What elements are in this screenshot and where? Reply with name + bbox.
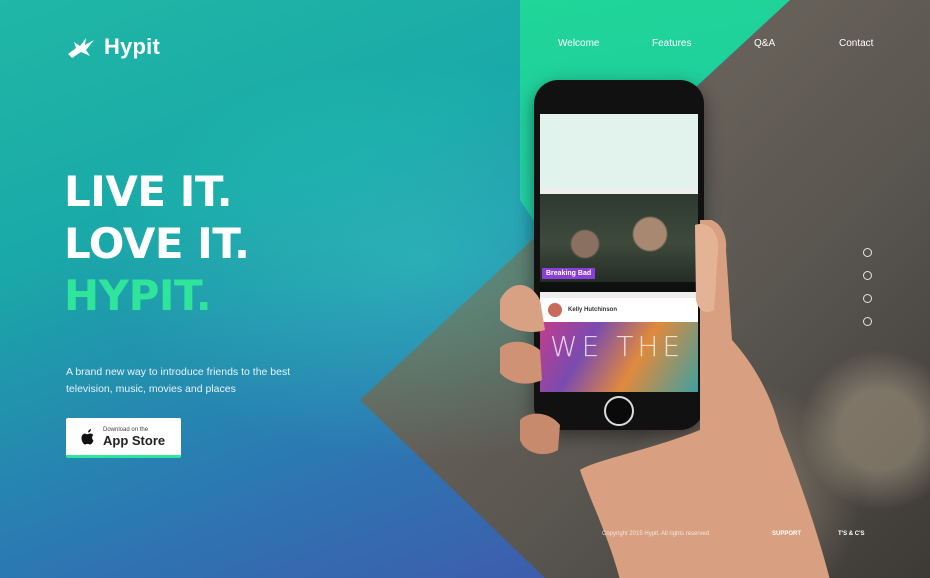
headline-line-1: LIVE IT. — [64, 167, 233, 216]
main-nav: Welcome Features Q&A Contact — [0, 38, 930, 54]
phone-screen: Breaking Bad Kelly Hutchinson WE THE — [540, 114, 698, 392]
nav-qa[interactable]: Q&A — [754, 38, 775, 49]
slide-pager — [863, 248, 873, 340]
support-link[interactable]: SUPPORT — [772, 531, 801, 537]
app-store-button[interactable]: Download on the App Store — [66, 418, 181, 458]
pager-dot-4[interactable] — [863, 317, 872, 326]
nav-features[interactable]: Features — [652, 38, 691, 49]
show-tag: Breaking Bad — [542, 268, 596, 279]
nav-contact[interactable]: Contact — [839, 38, 873, 49]
copyright-text: Copyright 2015 Hypit. All rights reserve… — [602, 531, 710, 537]
pager-dot-1[interactable] — [863, 248, 872, 257]
pager-dot-2[interactable] — [863, 271, 872, 280]
phone-home-button — [604, 396, 634, 426]
app-store-big-text: App Store — [103, 432, 166, 448]
landing-page: Hypit Welcome Features Q&A Contact LIVE … — [0, 0, 930, 578]
poster-image: WE THE — [540, 322, 698, 392]
phone-mockup: Breaking Bad Kelly Hutchinson WE THE — [534, 80, 704, 430]
hero-tagline: A brand new way to introduce friends to … — [66, 366, 291, 395]
app-header-area — [540, 114, 698, 188]
apple-icon — [81, 428, 94, 444]
user-row: Kelly Hutchinson — [540, 298, 698, 322]
poster-text: WE THE — [550, 330, 685, 363]
user-name: Kelly Hutchinson — [568, 307, 618, 313]
nav-welcome[interactable]: Welcome — [558, 38, 600, 49]
video-thumbnail: Breaking Bad — [540, 194, 698, 292]
video-controls-bar — [540, 282, 698, 292]
hero-headline: LIVE IT. LOVE IT. HYPIT. — [64, 166, 250, 322]
avatar — [548, 303, 562, 317]
headline-line-2: LOVE IT. — [64, 219, 250, 268]
terms-link[interactable]: T'S & C'S — [838, 531, 865, 537]
headline-line-3: HYPIT. — [64, 271, 212, 320]
pager-dot-3[interactable] — [863, 294, 872, 303]
app-store-text: Download on the App Store — [103, 426, 165, 448]
